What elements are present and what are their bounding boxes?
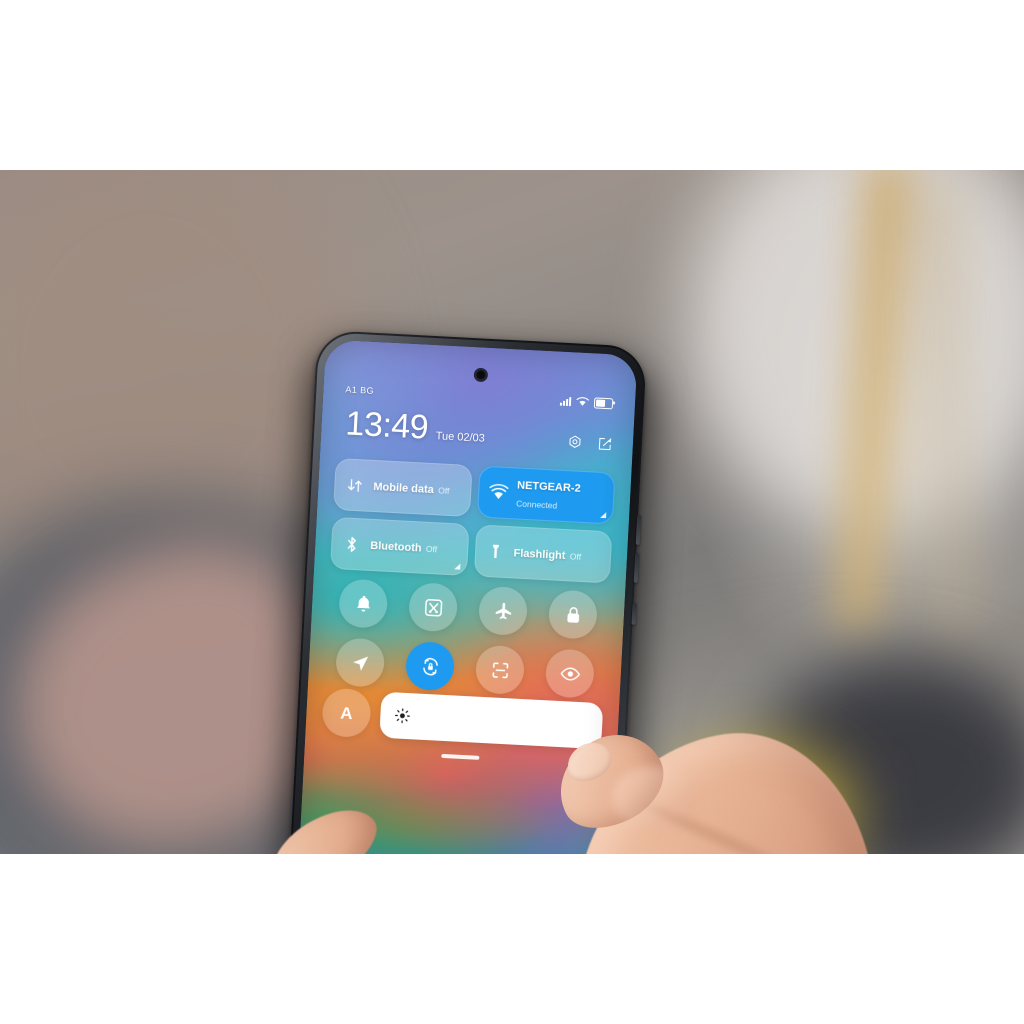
toggle-screenshot[interactable] [407, 582, 459, 633]
edit-icon[interactable] [597, 436, 614, 453]
toggle-auto-rotate[interactable] [404, 640, 456, 692]
clock-time: 13:49 [344, 404, 430, 447]
tile-subtitle: Connected [515, 498, 558, 511]
clock-row: 13:49 Tue 02/03 [344, 404, 614, 454]
airplane-icon [495, 602, 511, 619]
bluetooth-icon [342, 534, 362, 554]
tile-subtitle: Off [425, 543, 438, 555]
toggle-silent[interactable] [338, 578, 389, 629]
toggle-location[interactable] [334, 637, 386, 688]
brightness-sun-icon [394, 707, 411, 724]
auto-brightness-button[interactable]: A [321, 687, 372, 739]
tile-wifi[interactable]: NETGEAR-2 Connected [476, 465, 616, 525]
tile-subtitle: Off [437, 485, 450, 496]
tile-expand-chevron[interactable] [600, 511, 607, 519]
toggle-grid [324, 578, 609, 700]
scanner-icon [492, 661, 508, 678]
brightness-slider[interactable] [379, 691, 604, 750]
tile-flashlight[interactable]: Flashlight Off [473, 524, 613, 584]
location-icon [352, 656, 368, 671]
photograph: A1 BG 13:49 Tue 02/03 Mobile data Off NE… [0, 170, 1024, 854]
eye-icon [560, 666, 580, 681]
screenshot-icon [424, 598, 442, 616]
screenshot-root: A1 BG 13:49 Tue 02/03 Mobile data Off NE… [0, 0, 1024, 1024]
tile-title: Bluetooth [369, 539, 422, 555]
tile-title: Flashlight [513, 547, 566, 563]
carrier-label: A1 BG [345, 384, 375, 396]
battery-icon [593, 396, 614, 409]
wifi-icon [488, 483, 508, 503]
lock-icon [566, 606, 579, 623]
mobile-data-icon [345, 475, 365, 495]
auto-brightness-label: A [339, 703, 354, 723]
signal-icon [559, 396, 572, 406]
settings-icon[interactable] [567, 434, 584, 451]
quick-tiles-grid: Mobile data Off NETGEAR-2 Connected Blue… [330, 457, 616, 584]
toggle-reading-mode[interactable] [544, 648, 596, 699]
tile-expand-chevron[interactable] [453, 563, 460, 570]
header-actions [566, 434, 613, 454]
toggle-scanner[interactable] [474, 644, 526, 696]
panel-drag-handle[interactable] [441, 753, 480, 760]
toggle-airplane-mode[interactable] [477, 585, 529, 637]
tile-subtitle: Off [569, 551, 582, 562]
tile-title: Mobile data [373, 480, 435, 497]
wifi-icon [576, 397, 589, 406]
clock-group: 13:49 Tue 02/03 [344, 404, 486, 447]
bell-icon [356, 595, 370, 612]
tile-title: NETGEAR-2 [516, 479, 581, 495]
tile-bluetooth[interactable]: Bluetooth Off [330, 516, 470, 576]
toggle-lock[interactable] [547, 589, 599, 640]
auto-rotate-lock-icon [422, 657, 438, 675]
clock-date: Tue 02/03 [435, 430, 486, 445]
tile-mobile-data[interactable]: Mobile data Off [333, 457, 473, 518]
flashlight-icon [485, 541, 505, 561]
knuckle [612, 766, 698, 830]
status-icons [559, 395, 614, 409]
